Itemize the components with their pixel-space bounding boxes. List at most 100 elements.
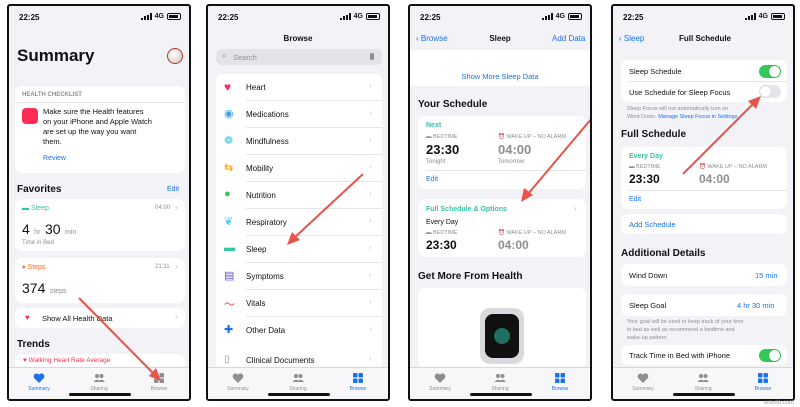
category-sleep[interactable]: ▬ Sleep › — [216, 236, 382, 262]
track-time-in-bed-row: Track Time in Bed with iPhone — [621, 345, 787, 365]
next-schedule-card[interactable]: Next ▬ BEDTIME ⏰ WAKE UP – NO ALARM 23:3… — [418, 116, 586, 189]
bed-icon — [494, 328, 510, 344]
tab-browse[interactable]: Browse — [535, 372, 585, 399]
heart-icon — [637, 373, 649, 383]
bed-icon: ▬ — [426, 230, 432, 236]
wake-value: 04:00 — [498, 142, 532, 157]
wind-down-row[interactable]: Wind Down 15 min — [621, 264, 787, 286]
phone-browse: 22:25 4G Browse ⌕ Search ♥ Heart › ◉ Med… — [206, 4, 390, 401]
wake-label: ⏰ WAKE UP – NO ALARM — [498, 230, 566, 236]
health-checklist-card[interactable]: HEALTH CHECKLIST Make sure the Health fe… — [15, 86, 185, 173]
show-all-health-data-row[interactable]: ♥ Show All Health Data › — [15, 308, 185, 328]
network-type: 4G — [154, 13, 164, 20]
browse-category-list: ♥ Heart › ◉ Medications › ❁ Mindfulness … — [216, 74, 382, 357]
chevron-right-icon: › — [369, 162, 372, 171]
category-mindfulness[interactable]: ❁ Mindfulness › — [216, 128, 382, 154]
signal-icon — [140, 13, 152, 20]
chevron-right-icon: › — [574, 204, 577, 213]
review-link[interactable]: Review — [43, 155, 66, 162]
chevron-right-icon: › — [369, 216, 372, 225]
edit-schedule-button[interactable]: Edit — [629, 196, 641, 203]
bed-icon: ▬ — [629, 164, 635, 170]
heart-icon — [232, 373, 244, 383]
people-icon — [292, 374, 304, 382]
category-vitals[interactable]: 〜 Vitals › — [216, 290, 382, 316]
clipboard-icon: ▤ — [224, 270, 235, 282]
bedtime-value: 23:30 — [629, 172, 660, 186]
add-schedule-row[interactable]: Add Schedule — [621, 214, 787, 234]
edit-schedule-button[interactable]: Edit — [426, 176, 438, 183]
tab-summary[interactable]: Summary — [618, 372, 668, 399]
back-button[interactable]: ‹ Sleep — [619, 34, 644, 43]
category-respiratory[interactable]: ❦ Respiratory › — [216, 209, 382, 235]
track-time-label: Track Time in Bed with iPhone — [629, 351, 731, 360]
additional-details-heading: Additional Details — [621, 248, 706, 259]
sleep-goal-row[interactable]: Sleep Goal 4 hr 30 min — [621, 294, 787, 316]
bed-icon: ▬ — [22, 205, 29, 212]
heart-icon — [33, 373, 45, 383]
wake-value: 04:00 — [699, 172, 730, 186]
bedtime-label: ▬ BEDTIME — [426, 230, 458, 236]
trend-card[interactable]: ♥ Walking Heart Rate Average — [15, 354, 185, 368]
add-schedule-button[interactable]: Add Schedule — [629, 220, 676, 229]
tab-summary[interactable]: Summary — [415, 372, 465, 399]
grid-icon — [555, 373, 565, 383]
flower-icon: ❁ — [224, 135, 234, 147]
wind-down-value[interactable]: 15 min — [755, 271, 778, 280]
search-input[interactable]: ⌕ Search — [216, 49, 382, 65]
battery-icon — [568, 13, 582, 20]
phone-summary: 22:25 4G Summary HEALTH CHECKLIST Make s… — [7, 4, 191, 401]
nav-title: Browse — [283, 34, 313, 43]
category-nutrition[interactable]: ● Nutrition › — [216, 182, 382, 208]
signal-icon — [541, 13, 553, 20]
chevron-right-icon: › — [369, 243, 372, 252]
status-time: 22:25 — [623, 13, 644, 22]
network-type: 4G — [353, 13, 363, 20]
sleep-schedule-toggle[interactable] — [759, 65, 781, 78]
home-indicator — [268, 393, 330, 396]
sleep-focus-toggle[interactable] — [759, 85, 781, 98]
watch-promo-card[interactable] — [418, 288, 586, 368]
watermark: wsxdn.com — [763, 400, 794, 406]
full-schedule-options-card[interactable]: Full Schedule & Options › Every Day ▬ BE… — [418, 199, 586, 257]
track-time-toggle[interactable] — [759, 349, 781, 362]
sleep-goal-value[interactable]: 4 hr 30 min — [737, 301, 775, 310]
full-schedule-heading: Full Schedule — [621, 129, 687, 140]
battery-icon — [167, 13, 181, 20]
heart-icon: ♥ — [25, 313, 30, 322]
steps-favorite-card[interactable]: ♦ Steps 21:11 › 374 steps — [15, 258, 185, 303]
sleep-time: 04:00 — [155, 205, 171, 211]
grid-icon — [154, 373, 164, 383]
category-symptoms[interactable]: ▤ Symptoms › — [216, 263, 382, 289]
tab-summary[interactable]: Summary — [213, 372, 263, 399]
phone-full-schedule: 22:25 4G ‹ Sleep Full Schedule Sleep Sch… — [611, 4, 795, 401]
show-more-sleep-data-link[interactable]: Show More Sleep Data — [410, 72, 590, 81]
status-bar: 22:25 4G — [9, 6, 189, 28]
tab-summary[interactable]: Summary — [14, 372, 64, 399]
tab-browse[interactable]: Browse — [134, 372, 184, 399]
every-day-schedule-card[interactable]: Every Day ▬ BEDTIME ⏰ WAKE UP – NO ALARM… — [621, 147, 787, 209]
edit-favorites-button[interactable]: Edit — [167, 186, 179, 193]
sleep-goal-label: Sleep Goal — [629, 301, 667, 310]
tab-browse[interactable]: Browse — [738, 372, 788, 399]
full-schedule-options-link[interactable]: Full Schedule & Options — [426, 206, 507, 213]
sleep-favorite-card[interactable]: ▬ Sleep 04:00 › 4 hr 30 min Time in Bed — [15, 199, 185, 251]
get-more-heading: Get More From Health — [418, 271, 523, 282]
apple-icon: ● — [224, 188, 231, 200]
avatar[interactable] — [167, 48, 183, 64]
manage-sleep-focus-link[interactable]: Manage Sleep Focus in Settings — [658, 114, 737, 120]
pill-icon: ◉ — [224, 108, 234, 120]
category-medications[interactable]: ◉ Medications › — [216, 101, 382, 127]
category-heart[interactable]: ♥ Heart › — [216, 74, 382, 100]
category-other-data[interactable]: ✚ Other Data › — [216, 317, 382, 343]
grid-icon — [353, 373, 363, 383]
heart-icon: ♥ — [224, 80, 232, 94]
add-data-button[interactable]: Add Data — [552, 34, 585, 43]
category-mobility[interactable]: ⇆ Mobility › — [216, 155, 382, 181]
sleep-goal-note: Your goal will be used to keep track of … — [627, 319, 744, 341]
bedtime-value: 23:30 — [426, 142, 460, 157]
chevron-right-icon: › — [175, 203, 178, 212]
chevron-right-icon: › — [369, 108, 372, 117]
people-icon — [697, 374, 709, 382]
tab-browse[interactable]: Browse — [333, 372, 383, 399]
